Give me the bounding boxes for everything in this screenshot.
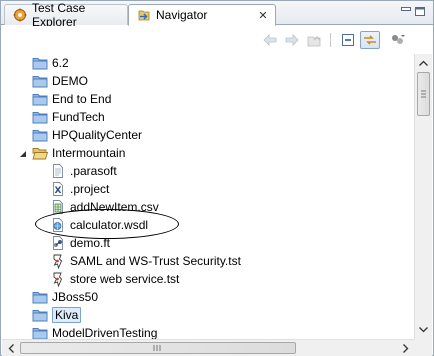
file-wsdl-icon (50, 217, 66, 233)
tree-item-label: addNewItem.csv (70, 200, 159, 214)
folder-icon (32, 325, 48, 339)
collapse-all-button[interactable] (338, 31, 358, 49)
view-tab-bar: Test Case Explorer Navigator ✕ (1, 1, 433, 29)
up-arrow-icon (419, 60, 428, 66)
back-arrow-icon (263, 34, 277, 46)
link-with-editor-icon (364, 35, 376, 45)
file-tst-icon (50, 253, 66, 270)
tree-item[interactable]: .parasoft (2, 162, 414, 180)
svg-text:X: X (55, 186, 62, 196)
tree-item[interactable]: X .project (2, 180, 414, 198)
folder-icon (32, 289, 48, 305)
tree-item[interactable]: JBoss50 (2, 288, 414, 306)
tree-item-label: HPQualityCenter (52, 128, 143, 142)
tree-item[interactable]: store web service.tst (2, 270, 414, 288)
tree-item-label: 6.2 (52, 56, 69, 70)
tree-item-label: demo.ft (70, 236, 111, 250)
tree-item-label: calculator.wsdl (70, 218, 149, 232)
minimize-icon[interactable] (401, 7, 411, 16)
view-controls (401, 7, 427, 19)
folder-icon (32, 73, 48, 89)
view-menu-icon (392, 35, 405, 44)
tree-item-label: Intermountain (52, 146, 126, 160)
tree-item[interactable]: calculator.wsdl (2, 216, 414, 234)
tree-item-label: store web service.tst (70, 272, 180, 286)
link-with-editor-button[interactable] (360, 31, 380, 49)
tree-item-label: JBoss50 (52, 290, 99, 304)
navigator-view: Test Case Explorer Navigator ✕ 6.2 DEMO … (0, 0, 434, 356)
tree-item-label: ModelDrivenTesting (52, 326, 158, 339)
folder-icon (32, 127, 48, 143)
resource-tree: 6.2 DEMO End to End FundTech HPQualityCenter… (2, 54, 414, 339)
tree-item[interactable]: 6.2 (2, 54, 414, 72)
tree-item[interactable]: ModelDrivenTesting (2, 324, 414, 339)
tree-item-label: FundTech (52, 110, 105, 124)
tree-item[interactable]: SAML and WS-Trust Security.tst (2, 252, 414, 270)
tree-item[interactable]: addNewItem.csv (2, 198, 414, 216)
tree-item[interactable]: HPQualityCenter (2, 126, 414, 144)
tree-item-label: End to End (52, 92, 112, 106)
scroll-up-button[interactable] (415, 54, 432, 71)
vertical-scroll-thumb[interactable] (417, 72, 430, 116)
folder-open-icon (32, 145, 49, 161)
tab-navigator[interactable]: Navigator ✕ (128, 4, 276, 26)
left-arrow-icon (8, 343, 14, 353)
tree-item-label: .parasoft (70, 164, 117, 178)
view-toolbar (2, 26, 432, 54)
expand-toggle-icon[interactable] (18, 149, 27, 158)
tab-label: Test Case Explorer (32, 1, 86, 29)
tree-item-label: DEMO (52, 74, 88, 88)
scroll-right-button[interactable] (397, 340, 414, 356)
file-tst-icon (50, 271, 66, 288)
close-icon[interactable]: ✕ (257, 9, 269, 22)
file-ft-icon (50, 235, 66, 251)
navigator-icon (137, 8, 151, 22)
tab-test-case-explorer[interactable]: Test Case Explorer (4, 1, 128, 29)
back-button[interactable] (260, 31, 280, 49)
tab-label: Navigator (156, 8, 208, 22)
tree-item[interactable]: demo.ft (2, 234, 414, 252)
vertical-scrollbar[interactable] (414, 54, 432, 339)
collapse-all-icon (342, 34, 354, 46)
forward-button[interactable] (282, 31, 302, 49)
file-csv-icon (50, 199, 66, 215)
scroll-left-button[interactable] (2, 340, 19, 356)
tree-item[interactable]: Kiva (2, 306, 414, 324)
folder-icon (32, 91, 48, 107)
up-button[interactable] (304, 31, 324, 49)
tree-item-label: Kiva (52, 307, 82, 323)
toolbar-separator (330, 33, 331, 47)
horizontal-scrollbar[interactable] (2, 339, 414, 356)
tree-item-label: .project (70, 182, 110, 196)
tree-item[interactable]: End to End (2, 90, 414, 108)
down-arrow-icon (419, 326, 428, 332)
maximize-icon[interactable] (415, 7, 425, 16)
scroll-down-button[interactable] (415, 321, 432, 338)
forward-arrow-icon (285, 34, 299, 46)
tree-item-label: SAML and WS-Trust Security.tst (70, 254, 241, 268)
folder-icon (32, 109, 48, 125)
file-xml-icon: X (50, 181, 66, 197)
right-arrow-icon (402, 343, 408, 353)
tree-item[interactable]: Intermountain (2, 144, 414, 162)
view-menu-button[interactable] (388, 31, 408, 49)
scrollbar-corner (414, 339, 432, 356)
tree-item[interactable]: DEMO (2, 72, 414, 90)
test-case-explorer-icon (13, 8, 27, 22)
file-text-icon (50, 163, 66, 179)
folder-icon (32, 307, 48, 323)
folder-icon (32, 55, 48, 71)
tree-item[interactable]: FundTech (2, 108, 414, 126)
horizontal-scroll-thumb[interactable] (20, 342, 296, 354)
up-folder-icon (307, 36, 321, 47)
